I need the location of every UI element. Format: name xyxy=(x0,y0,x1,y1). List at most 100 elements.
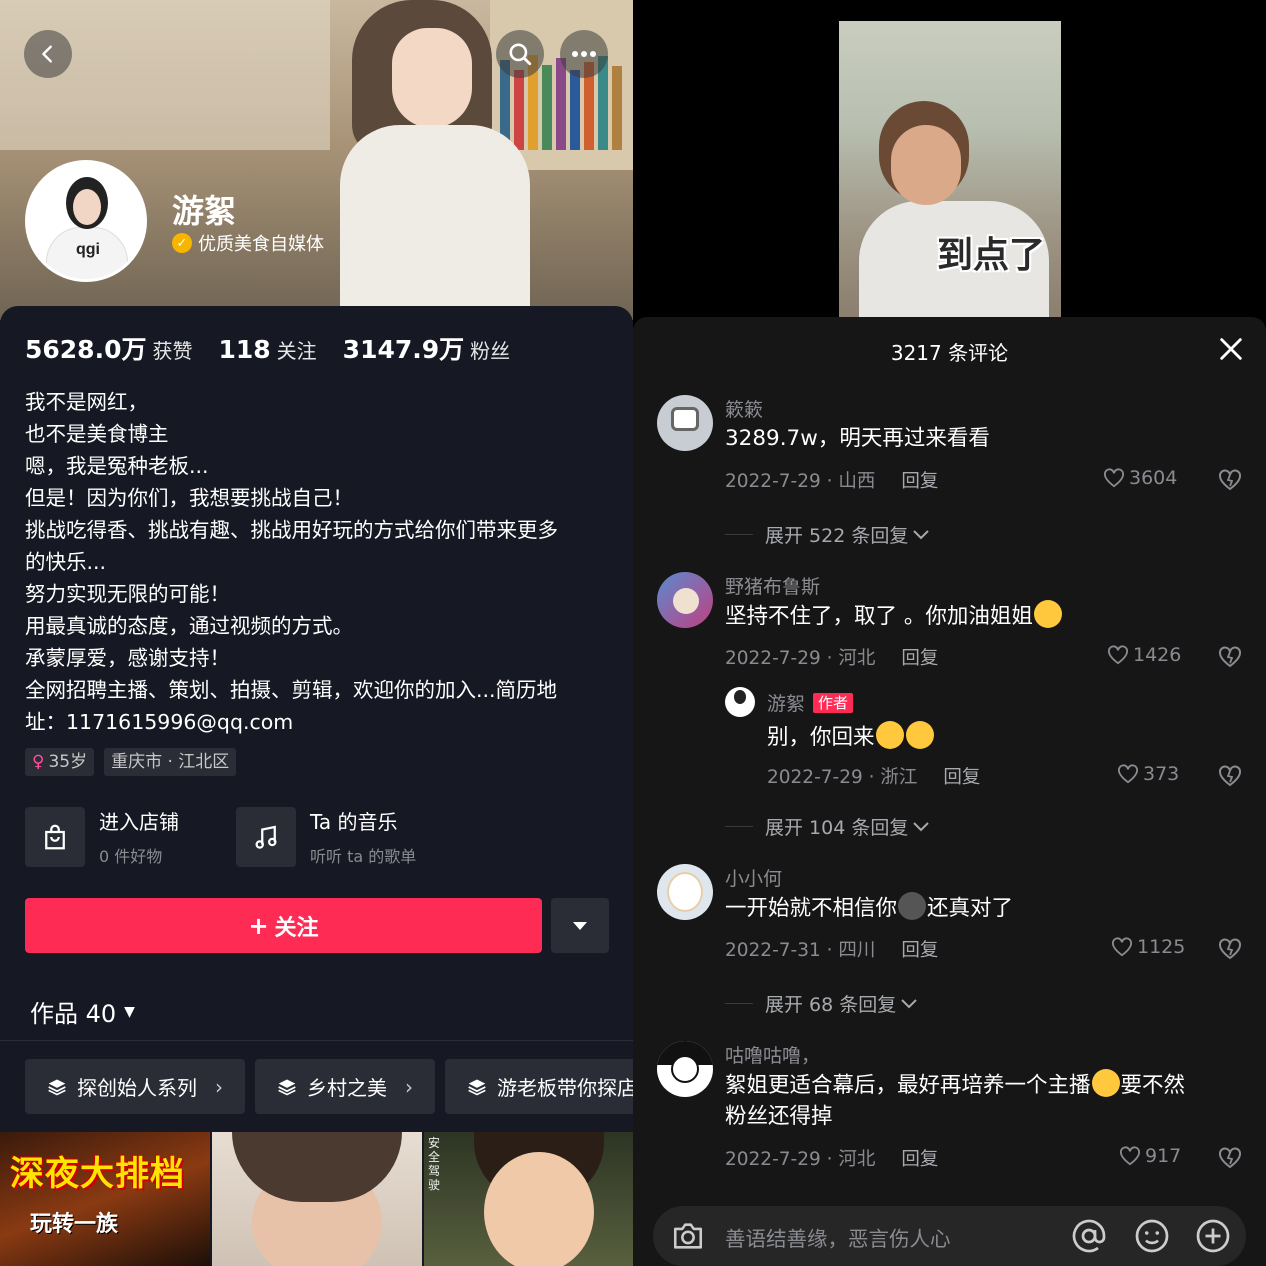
reply-button[interactable]: 回复 xyxy=(901,1149,938,1170)
music-note-icon xyxy=(236,806,296,867)
thumbnail-title: 深夜大排档 xyxy=(10,1154,185,1194)
close-icon[interactable] xyxy=(1217,335,1245,363)
plus-icon: + xyxy=(248,911,269,940)
collection-chip[interactable]: 游老板带你探店 xyxy=(445,1059,633,1114)
music-entry[interactable]: Ta 的音乐 听听 ta 的歌单 xyxy=(236,806,416,867)
profile-panel: qgi 游絮 ✓ 优质美食自媒体 5628.0万 获赞 118 关注 3147.… xyxy=(0,0,633,1266)
comment-input[interactable]: 善语结善缘，恶言伤人心 xyxy=(725,1222,951,1252)
chevron-right-icon: › xyxy=(215,1074,223,1099)
chevron-left-icon xyxy=(42,45,52,63)
dislike-icon[interactable] xyxy=(1218,646,1242,668)
comment-avatar[interactable] xyxy=(657,572,713,628)
like-button[interactable]: 1426 xyxy=(1107,644,1181,666)
comment-input-bar[interactable]: 善语结善缘，恶言伤人心 xyxy=(653,1206,1246,1266)
layers-icon xyxy=(47,1077,67,1097)
like-button[interactable]: 373 xyxy=(1117,763,1179,785)
cat-emoji-icon xyxy=(898,892,927,920)
works-tab[interactable]: 作品 40 ▼ xyxy=(30,994,135,1029)
comment-text: 絮姐更适合幕后，最好再培养一个主播 要不然 xyxy=(725,1069,1185,1102)
comment-text: 一开始就不相信你 还真对了 xyxy=(725,892,1013,925)
comment-username[interactable]: 咕噜咕噜， xyxy=(725,1041,820,1068)
collection-chip[interactable]: 乡村之美 › xyxy=(255,1059,435,1114)
comment-avatar[interactable] xyxy=(657,864,713,920)
at-mention-icon[interactable] xyxy=(1071,1218,1107,1254)
comments-panel: 到点了 3217 条评论 簌簌 3289.7w，明天再过来看看 2022-7-2… xyxy=(633,0,1266,1266)
expand-replies[interactable]: 展开 104 条回复 xyxy=(725,813,930,840)
bio-line: 也不是美食博主 xyxy=(25,422,169,446)
profile-avatar[interactable]: qgi xyxy=(25,160,147,282)
bio-line: 用最真诚的态度，通过视频的方式。 xyxy=(25,614,353,638)
collection-chip[interactable]: 探创始人系列 › xyxy=(25,1059,245,1114)
comment-username[interactable]: 野猪布鲁斯 xyxy=(725,572,820,599)
add-icon[interactable] xyxy=(1195,1218,1231,1254)
heart-icon xyxy=(1108,645,1128,665)
like-button[interactable]: 917 xyxy=(1119,1145,1181,1167)
heart-icon xyxy=(1120,1146,1140,1166)
comment-username[interactable]: 簌簌 xyxy=(725,395,763,422)
reply-button[interactable]: 回复 xyxy=(901,648,938,669)
dislike-icon[interactable] xyxy=(1218,938,1242,960)
back-button[interactable] xyxy=(24,30,72,78)
comment-username[interactable]: 游絮 作者 xyxy=(767,689,854,716)
comment-meta: 2022-7-29 · 河北 回复 xyxy=(725,1149,939,1170)
comment-count: 3217 条评论 xyxy=(890,341,1009,365)
profile-name: 游絮 xyxy=(172,192,237,230)
chevron-down-icon xyxy=(901,998,917,1008)
comment-avatar[interactable] xyxy=(657,395,713,451)
comment-username[interactable]: 小小何 xyxy=(725,864,782,891)
caret-down-icon xyxy=(573,921,587,930)
video-thumbnail[interactable]: 深夜大排档 玩转一族 xyxy=(0,1132,210,1266)
bio-line: 但是！因为你们，我想要挑战自己！ xyxy=(25,486,353,510)
video-preview[interactable]: 到点了 xyxy=(839,21,1061,321)
like-button[interactable]: 1125 xyxy=(1111,936,1185,958)
bio-line: 承蒙厚爱，感谢支持！ xyxy=(25,646,230,670)
following-count[interactable]: 118 xyxy=(218,335,270,364)
like-button[interactable]: 3604 xyxy=(1103,467,1177,489)
followers-count[interactable]: 3147.9万 xyxy=(343,330,464,366)
heart-icon xyxy=(1104,468,1124,488)
dislike-icon[interactable] xyxy=(1218,469,1242,491)
expand-replies[interactable]: 展开 522 条回复 xyxy=(725,521,930,548)
followers-label[interactable]: 粉丝 xyxy=(470,335,510,364)
expand-replies[interactable]: 展开 68 条回复 xyxy=(725,990,918,1017)
dislike-icon[interactable] xyxy=(1218,1147,1242,1169)
verification-text: 优质美食自媒体 xyxy=(198,234,324,255)
finger-heart-emoji-icon xyxy=(1033,600,1062,628)
shop-entry[interactable]: 进入店铺 0 件好物 xyxy=(25,806,179,867)
comment-avatar[interactable] xyxy=(657,1041,713,1097)
reply-button[interactable]: 回复 xyxy=(901,940,938,961)
female-icon: ♀ xyxy=(32,752,45,772)
more-dots-icon xyxy=(572,51,596,57)
chevron-right-icon: › xyxy=(405,1074,413,1099)
search-button[interactable] xyxy=(496,30,544,78)
dislike-icon[interactable] xyxy=(1218,765,1242,787)
video-grid: 深夜大排档 玩转一族 安全驾驶 xyxy=(0,1132,633,1266)
emoji-icon[interactable] xyxy=(1134,1218,1170,1254)
bio-line: 嗯，我是冤种老板... xyxy=(25,454,209,478)
camera-icon[interactable] xyxy=(671,1220,705,1252)
follow-label: 关注 xyxy=(274,915,319,941)
thumbnail-side-text: 安全驾驶 xyxy=(428,1136,441,1192)
chevron-down-icon xyxy=(913,821,930,831)
comment-sheet: 3217 条评论 簌簌 3289.7w，明天再过来看看 2022-7-29 · … xyxy=(633,317,1266,1266)
verified-check-icon: ✓ xyxy=(172,233,192,253)
author-badge: 作者 xyxy=(813,693,854,713)
video-thumbnail[interactable]: 安全驾驶 xyxy=(424,1132,633,1266)
follow-button[interactable]: + 关注 xyxy=(25,898,542,953)
location-tag: 重庆市 · 江北区 xyxy=(104,748,237,776)
laughing-emoji-icon xyxy=(905,721,934,749)
video-thumbnail[interactable] xyxy=(212,1132,422,1266)
shop-title: 进入店铺 xyxy=(99,810,179,834)
shopping-bag-icon xyxy=(25,806,85,867)
reply-button[interactable]: 回复 xyxy=(901,471,938,492)
reply-button[interactable]: 回复 xyxy=(943,767,980,788)
comment-meta: 2022-7-31 · 四川 回复 xyxy=(725,940,939,961)
following-label[interactable]: 关注 xyxy=(277,335,317,364)
more-button[interactable] xyxy=(560,30,608,78)
heart-icon xyxy=(1112,937,1132,957)
profile-tags: ♀ 35岁 重庆市 · 江北区 xyxy=(25,748,237,776)
heart-icon xyxy=(1118,764,1138,784)
likes-label: 获赞 xyxy=(152,339,193,363)
recommend-dropdown-button[interactable] xyxy=(551,898,609,953)
comment-avatar[interactable] xyxy=(725,687,755,717)
